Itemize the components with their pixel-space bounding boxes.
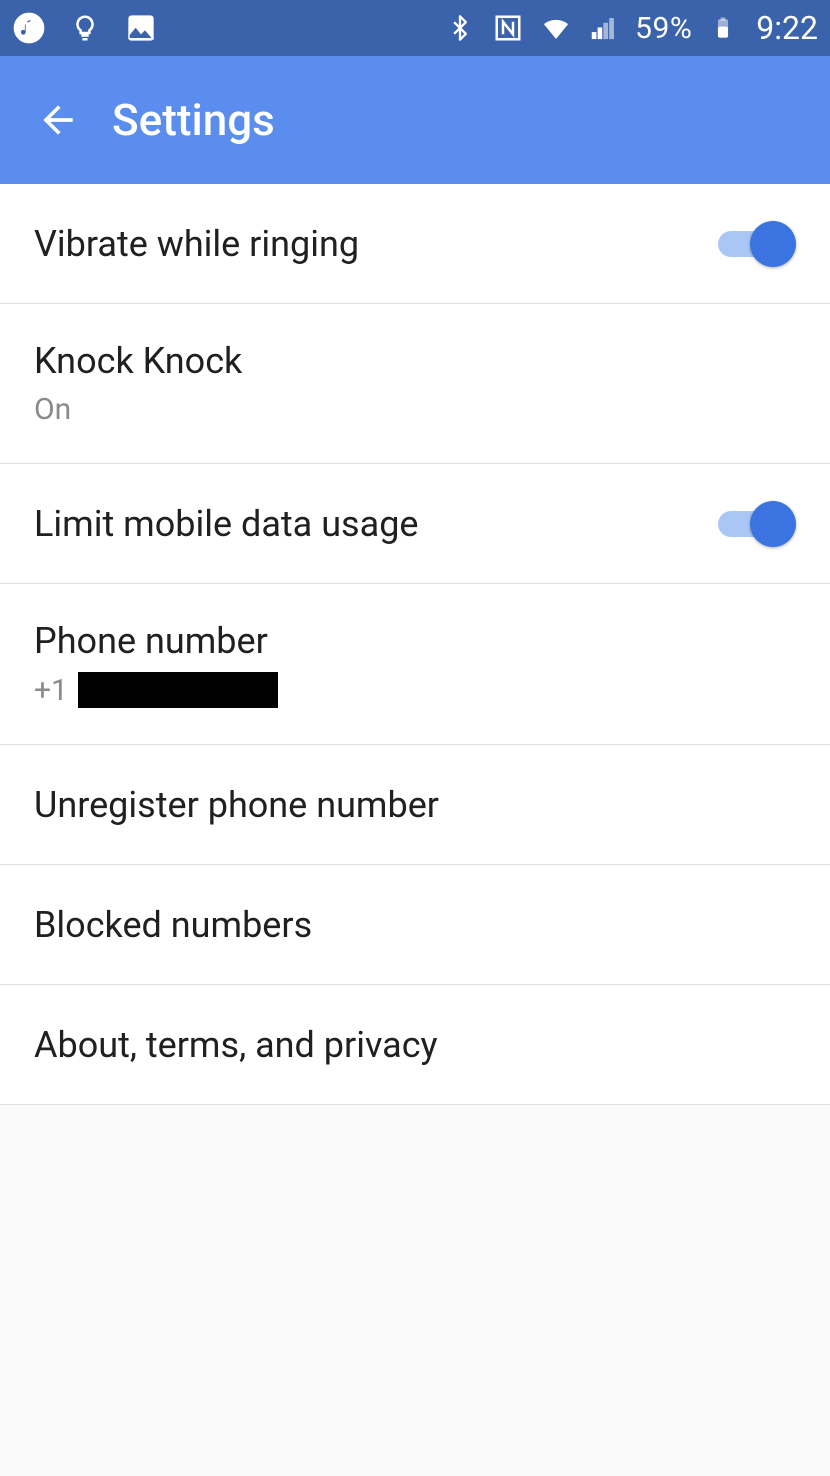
settings-item-knock[interactable]: Knock Knock On — [0, 304, 830, 464]
settings-item-blocked[interactable]: Blocked numbers — [0, 865, 830, 985]
phone-prefix: +1 — [34, 673, 68, 708]
item-sublabel: +1 — [34, 672, 278, 708]
status-bar: 59% 9:22 — [0, 0, 830, 56]
settings-item-about[interactable]: About, terms, and privacy — [0, 985, 830, 1105]
toggle-thumb — [750, 501, 796, 547]
item-label: Phone number — [34, 620, 278, 662]
item-label: Knock Knock — [34, 340, 242, 382]
item-label: Limit mobile data usage — [34, 503, 419, 545]
signal-icon — [587, 11, 621, 45]
toggle-thumb — [750, 221, 796, 267]
vibrate-toggle[interactable] — [718, 221, 796, 267]
item-label: Vibrate while ringing — [34, 223, 359, 265]
battery-icon — [706, 11, 740, 45]
wifi-icon — [539, 11, 573, 45]
app-bar: Settings — [0, 56, 830, 184]
music-icon — [12, 11, 46, 45]
back-button[interactable] — [30, 92, 86, 148]
image-icon — [124, 11, 158, 45]
limit-data-toggle[interactable] — [718, 501, 796, 547]
item-label: Blocked numbers — [34, 904, 312, 946]
bulb-icon — [68, 11, 102, 45]
page-title: Settings — [112, 94, 275, 146]
redacted-phone — [78, 672, 278, 708]
status-left — [12, 11, 158, 45]
settings-item-unregister[interactable]: Unregister phone number — [0, 745, 830, 865]
clock: 9:22 — [756, 9, 818, 47]
arrow-left-icon — [36, 98, 80, 142]
item-label: About, terms, and privacy — [34, 1024, 438, 1066]
item-label: Unregister phone number — [34, 784, 439, 826]
nfc-icon — [491, 11, 525, 45]
settings-item-vibrate[interactable]: Vibrate while ringing — [0, 184, 830, 304]
settings-list: Vibrate while ringing Knock Knock On Lim… — [0, 184, 830, 1105]
bluetooth-icon — [443, 11, 477, 45]
item-sublabel: On — [34, 392, 242, 427]
battery-percent: 59% — [635, 11, 692, 46]
settings-item-limit-data[interactable]: Limit mobile data usage — [0, 464, 830, 584]
status-right: 59% 9:22 — [443, 9, 818, 47]
settings-item-phone-number[interactable]: Phone number +1 — [0, 584, 830, 745]
